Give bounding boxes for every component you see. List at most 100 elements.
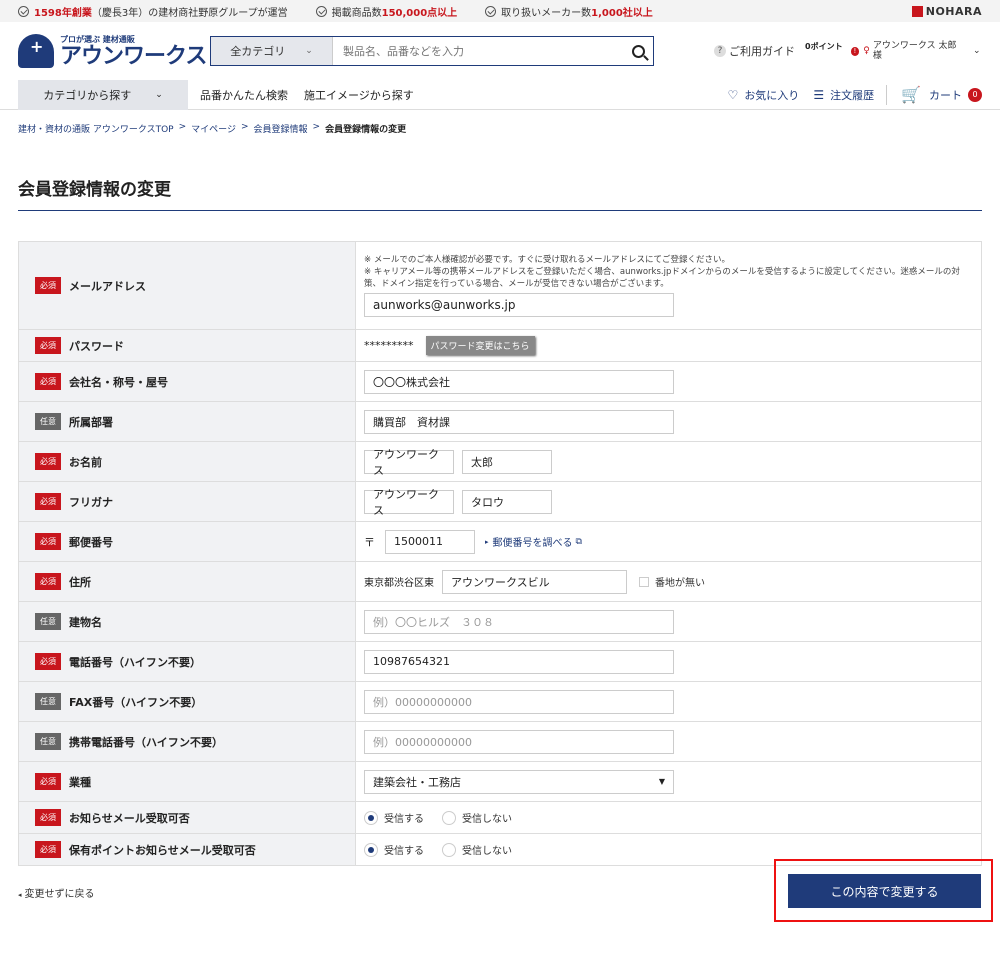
phone-label: 電話番号（ハイフン不要） (69, 655, 201, 669)
row-email: 必須 メールアドレス ※ メールでのご本人様確認が必要です。すぐに受け取れるメール… (18, 242, 982, 330)
required-badge: 必須 (35, 277, 61, 294)
no-number-checkbox[interactable]: 番地が無い (639, 574, 705, 589)
helmet-logo-icon (18, 34, 54, 68)
help-icon: ? (714, 45, 726, 57)
row-news-mail: 必須 お知らせメール受取可否 受信する 受信しない (18, 802, 982, 834)
kana-label: フリガナ (69, 495, 113, 509)
zip-lookup-link[interactable]: ▸ 郵便番号を調べる ⧉ (485, 534, 582, 550)
zip-field[interactable]: 1500011 (385, 529, 475, 554)
row-address: 必須 住所 東京都渋谷区東 アウンワークスビル 番地が無い (18, 562, 982, 602)
checkbox-box (639, 576, 649, 587)
first-name-field[interactable]: 太郎 (462, 449, 552, 474)
change-password-button[interactable]: パスワード変更はこちら (425, 336, 535, 355)
radio-label: 受信する (384, 846, 424, 857)
optional-badge: 任意 (35, 733, 61, 750)
mobile-label: 携帯電話番号（ハイフン不要） (69, 735, 223, 749)
feature-makers-bold: 1,000社以上 (591, 7, 653, 19)
nohara-logo[interactable]: NOHARA (911, 5, 982, 18)
page-title: 会員登録情報の変更 (18, 175, 982, 211)
breadcrumb-sep: > (178, 122, 187, 132)
phone-field[interactable]: 10987654321 (364, 649, 674, 674)
order-history-link[interactable]: ☰ 注文履歴 (813, 87, 874, 103)
radio-label: 受信しない (462, 846, 512, 857)
department-field[interactable]: 購買部 資材課 (364, 409, 674, 434)
news-mail-yes-radio[interactable]: 受信する (364, 810, 424, 825)
person-icon: ♀ (863, 46, 870, 56)
favorites-link[interactable]: ♡ お気に入り (728, 87, 800, 103)
radio-unselected-icon (442, 842, 456, 857)
external-link-icon: ⧉ (575, 536, 582, 547)
search-category-select[interactable]: 全カテゴリ ⌄ (211, 37, 333, 65)
points-mail-no-radio[interactable]: 受信しない (442, 842, 512, 857)
breadcrumb-member-info[interactable]: 会員登録情報 (254, 122, 308, 135)
top-info-bar: 1598年創業 （慶長3年）の建材商社野原グループが運営 掲載商品数 150,0… (0, 0, 1000, 22)
zip-label: 郵便番号 (69, 535, 113, 549)
required-badge: 必須 (35, 373, 61, 390)
industry-label: 業種 (69, 775, 91, 789)
building-field[interactable]: 例）〇〇ヒルズ ３０８ (364, 609, 674, 634)
radio-label: 受信する (384, 814, 424, 825)
cart-label: カート (929, 88, 962, 102)
required-badge: 必須 (35, 453, 61, 470)
optional-badge: 任意 (35, 693, 61, 710)
last-kana-field[interactable]: アウンワークス (364, 488, 454, 517)
search-category-label: 全カテゴリ (230, 45, 286, 58)
nav-link-partnumber[interactable]: 品番かんたん検索 (200, 87, 288, 103)
back-link[interactable]: ◂ 変更せずに戻る (18, 885, 95, 900)
heart-icon: ♡ (727, 87, 739, 102)
search-button[interactable] (623, 37, 653, 65)
breadcrumb-mypage[interactable]: マイページ (191, 122, 236, 135)
order-history-label: 注文履歴 (830, 88, 875, 102)
password-value: ********* (364, 339, 414, 352)
breadcrumb: 建材・資材の通販 アウンワークスTOP > マイページ > 会員登録情報 > 会員登録… (0, 122, 1000, 135)
row-department: 任意 所属部署 購買部 資材課 (18, 402, 982, 442)
radio-selected-icon (364, 842, 378, 857)
site-header: プロが選ぶ 建材通販 アウンワークス 全カテゴリ ⌄ ? ご利用ガイド 0ポイン… (0, 22, 1000, 80)
zip-lookup-label: 郵便番号を調べる (492, 538, 573, 549)
feature-products: 掲載商品数 150,000点以上 (315, 4, 457, 19)
logo-tagline: プロが選ぶ 建材通販 (60, 34, 135, 44)
guide-link[interactable]: ? ご利用ガイド (714, 43, 795, 59)
required-badge: 必須 (35, 533, 61, 550)
fax-field[interactable]: 例）00000000000 (364, 689, 674, 714)
row-mobile: 任意 携帯電話番号（ハイフン不要） 例）00000000000 (18, 722, 982, 762)
site-logo[interactable]: プロが選ぶ 建材通販 アウンワークス (18, 34, 208, 69)
member-form: 必須 メールアドレス ※ メールでのご本人様確認が必要です。すぐに受け取れるメール… (18, 241, 982, 866)
breadcrumb-sep: > (312, 122, 321, 132)
caret-left-icon: ◂ (18, 891, 22, 899)
first-kana-field[interactable]: タロウ (462, 489, 552, 514)
user-menu[interactable]: ! ♀ アウンワークス 太郎 様 ⌄ (850, 41, 981, 61)
feature-makers-text: 取り扱いメーカー数 (501, 7, 592, 19)
email-field[interactable]: aunworks@aunworks.jp (364, 293, 674, 317)
postal-mark: 〒 (364, 535, 375, 549)
list-icon: ☰ (813, 87, 825, 102)
building-label: 建物名 (69, 615, 102, 629)
row-phone: 必須 電話番号（ハイフン不要） 10987654321 (18, 642, 982, 682)
required-badge: 必須 (35, 841, 61, 858)
required-badge: 必須 (35, 493, 61, 510)
optional-badge: 任意 (35, 613, 61, 630)
address-prefix: 東京都渋谷区東 (364, 578, 434, 589)
industry-select[interactable]: 建築会社・工務店 ▼ (364, 769, 674, 794)
check-icon (18, 5, 29, 17)
last-name-field[interactable]: アウンワークス (364, 448, 454, 477)
news-mail-no-radio[interactable]: 受信しない (442, 810, 512, 825)
points-display: 0ポイント (805, 41, 843, 51)
submit-button[interactable]: この内容で変更する (788, 874, 981, 908)
row-name: 必須 お名前 アウンワークス 太郎 (18, 442, 982, 482)
row-password: 必須 パスワード ********* パスワード変更はこちら (18, 330, 982, 362)
cart-link[interactable]: 🛒 カート 0 (901, 85, 982, 104)
check-icon (315, 5, 327, 17)
points-mail-yes-radio[interactable]: 受信する (364, 842, 424, 857)
search-input[interactable] (333, 37, 623, 65)
category-menu-button[interactable]: カテゴリから探す ⌄ (18, 79, 188, 110)
mobile-field[interactable]: 例）00000000000 (364, 729, 674, 754)
nav-link-construction[interactable]: 施工イメージから探す (304, 87, 414, 103)
row-kana: 必須 フリガナ アウンワークス タロウ (18, 482, 982, 522)
feature-products-text: 掲載商品数 (331, 7, 382, 19)
cart-icon: 🛒 (901, 85, 921, 104)
breadcrumb-top[interactable]: 建材・資材の通販 アウンワークスTOP (18, 122, 174, 135)
chevron-down-icon: ⌄ (155, 89, 163, 100)
address-field[interactable]: アウンワークスビル (442, 569, 627, 594)
company-field[interactable]: 〇〇〇株式会社 (364, 369, 674, 394)
